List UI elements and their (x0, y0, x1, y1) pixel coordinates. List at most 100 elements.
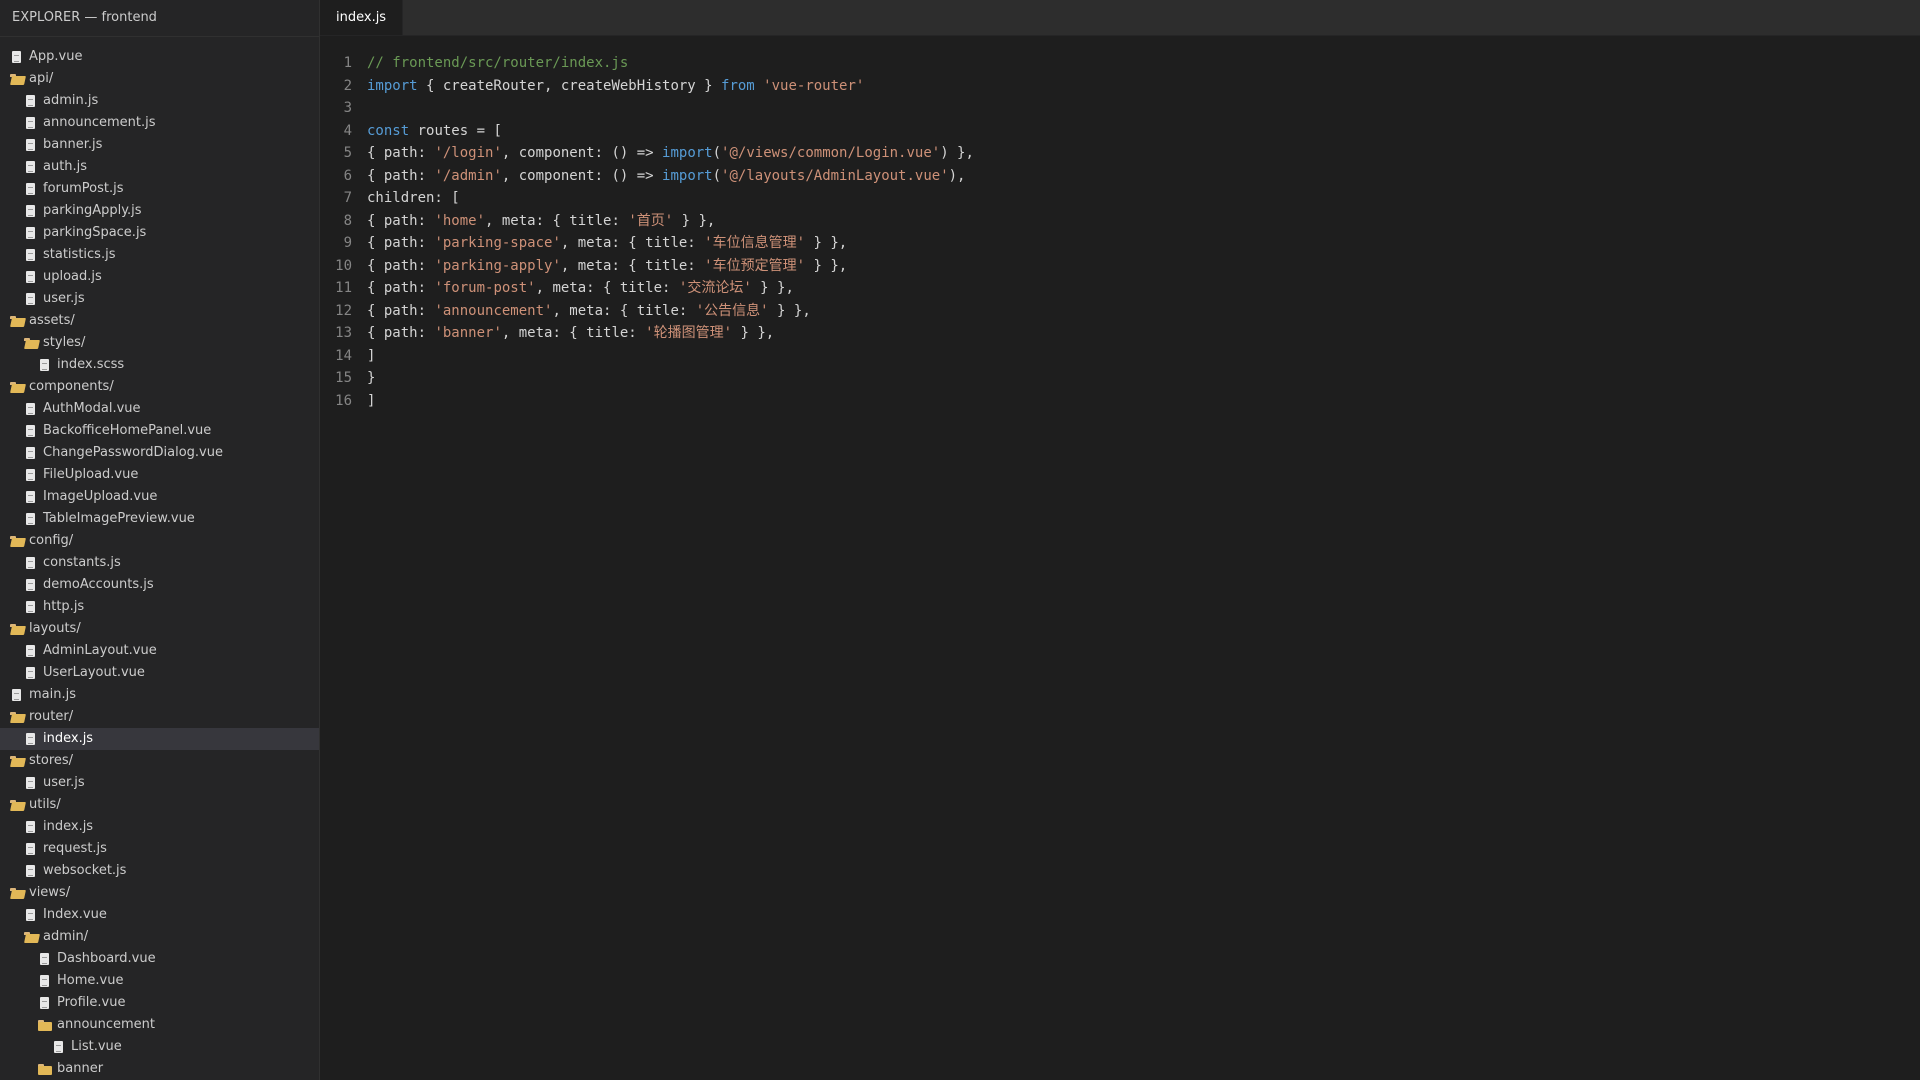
code-line: 8 { path: 'home', meta: { title: '首页' } }… (320, 210, 1920, 233)
code-token: from (721, 77, 755, 94)
file-tree-item[interactable]: request.js (0, 838, 319, 860)
code-token: ( (712, 167, 722, 184)
code-token: 'vue-router' (763, 77, 865, 94)
tree-item-label: AuthModal.vue (43, 401, 141, 416)
file-tree-item[interactable]: AdminLayout.vue (0, 640, 319, 662)
code-token: 'forum-post' (434, 280, 536, 296)
code-token: const (367, 122, 410, 139)
file-icon (24, 182, 38, 196)
file-tree-item[interactable]: upload.js (0, 266, 319, 288)
file-tree-item[interactable]: TableImagePreview.vue (0, 508, 319, 530)
file-tree-item[interactable]: auth.js (0, 156, 319, 178)
file-tree-item[interactable]: user.js (0, 288, 319, 310)
file-tree-item[interactable]: index.scss (0, 354, 319, 376)
file-icon (24, 908, 38, 922)
file-icon (24, 490, 38, 504)
file-tree-item[interactable]: constants.js (0, 552, 319, 574)
code-token: , meta: { title: (501, 325, 646, 341)
code-text: { path: 'parking-space', meta: { title: … (367, 232, 847, 255)
code-token: , meta: { title: (560, 235, 705, 251)
folder-tree-item[interactable]: announcement (0, 1014, 319, 1036)
tree-item-label: index.js (43, 819, 94, 834)
file-tree-item[interactable]: Profile.vue (0, 992, 319, 1014)
folder-tree-item[interactable]: config/ (0, 530, 319, 552)
file-tree-item[interactable]: index.js (0, 816, 319, 838)
file-tree-item[interactable]: AuthModal.vue (0, 398, 319, 420)
file-tree-item[interactable]: banner.js (0, 134, 319, 156)
folder-open-icon (10, 314, 24, 328)
code-text: import { createRouter, createWebHistory … (367, 75, 864, 98)
file-tree-item[interactable]: parkingSpace.js (0, 222, 319, 244)
tree-item-label: TableImagePreview.vue (43, 511, 195, 526)
file-tree-item[interactable]: ImageUpload.vue (0, 486, 319, 508)
code-token: { path: (367, 212, 435, 229)
code-token: '车位预定管理' (704, 257, 806, 274)
file-tree-item[interactable]: demoAccounts.js (0, 574, 319, 596)
file-tree-item[interactable]: BackofficeHomePanel.vue (0, 420, 319, 442)
code-text: { path: 'forum-post', meta: { title: '交流… (367, 277, 794, 300)
file-icon (38, 952, 52, 966)
file-tree-item[interactable]: admin.js (0, 90, 319, 112)
folder-tree-item[interactable]: api/ (0, 68, 319, 90)
file-tree-item[interactable]: user.js (0, 772, 319, 794)
code-token: } }, (805, 257, 848, 274)
tree-item-label: router/ (29, 709, 74, 724)
folder-tree-item[interactable]: assets/ (0, 310, 319, 332)
line-number: 11 (335, 280, 352, 296)
file-tree-item[interactable]: statistics.js (0, 244, 319, 266)
code-line: 6 { path: '/admin', component: () => impo… (320, 165, 1920, 188)
file-tree-item[interactable]: UserLayout.vue (0, 662, 319, 684)
file-tree-item[interactable]: App.vue (0, 46, 319, 68)
code-token: ), (948, 167, 966, 184)
folder-tree-item[interactable]: components/ (0, 376, 319, 398)
file-tree-item[interactable]: parkingApply.js (0, 200, 319, 222)
folder-open-icon (10, 534, 24, 548)
folder-tree-item[interactable]: utils/ (0, 794, 319, 816)
file-tree-item[interactable]: websocket.js (0, 860, 319, 882)
folder-tree-item[interactable]: layouts/ (0, 618, 319, 640)
file-tree-item[interactable]: FileUpload.vue (0, 464, 319, 486)
tab-index-js[interactable]: index.js (320, 0, 404, 35)
file-icon (24, 204, 38, 218)
file-tree-item[interactable]: http.js (0, 596, 319, 618)
folder-tree-item[interactable]: views/ (0, 882, 319, 904)
code-line: 14] (320, 345, 1920, 368)
file-tree-item[interactable]: Home.vue (0, 970, 319, 992)
tree-item-label: admin/ (43, 929, 89, 944)
folder-tree-item[interactable]: styles/ (0, 332, 319, 354)
code-token: { path: (367, 280, 435, 296)
file-tree-item[interactable]: ChangePasswordDialog.vue (0, 442, 319, 464)
file-tree-item[interactable]: forumPost.js (0, 178, 319, 200)
folder-tree-item[interactable]: stores/ (0, 750, 319, 772)
code-token: , meta: { title: (560, 257, 705, 274)
file-icon (10, 50, 24, 64)
folder-open-icon (10, 886, 24, 900)
tree-item-label: user.js (43, 775, 85, 790)
folder-open-icon (10, 710, 24, 724)
file-tree-item[interactable]: main.js (0, 684, 319, 706)
folder-tree-item[interactable]: banner (0, 1058, 319, 1080)
editor-window: EXPLORER — frontend App.vue api/admin.js a… (0, 0, 1920, 1080)
file-tree-item[interactable]: Index.vue (0, 904, 319, 926)
code-token: { path: (367, 235, 435, 251)
file-icon (24, 468, 38, 482)
folder-tree-item[interactable]: router/ (0, 706, 319, 728)
file-tree-item[interactable]: Dashboard.vue (0, 948, 319, 970)
code-line: 13 { path: 'banner', meta: { title: '轮播图管… (320, 322, 1920, 345)
file-tree-item[interactable]: announcement.js (0, 112, 319, 134)
code-token: } }, (768, 302, 811, 319)
code-token: } (367, 370, 376, 386)
file-tree-item[interactable]: List.vue (0, 1036, 319, 1058)
line-number: 13 (335, 325, 352, 341)
line-number: 14 (335, 347, 352, 364)
code-token: { path: (367, 257, 435, 274)
folder-tree-item[interactable]: admin/ (0, 926, 319, 948)
file-icon (24, 820, 38, 834)
line-number: 6 (343, 167, 352, 184)
folder-open-icon (10, 798, 24, 812)
tree-item-label: demoAccounts.js (43, 577, 154, 592)
code-view[interactable]: 1 // frontend/src/router/index.js 2 import … (320, 52, 1920, 412)
tree-item-label: upload.js (43, 269, 102, 284)
tree-item-label: main.js (29, 687, 76, 702)
file-tree-item[interactable]: index.js (0, 728, 319, 750)
